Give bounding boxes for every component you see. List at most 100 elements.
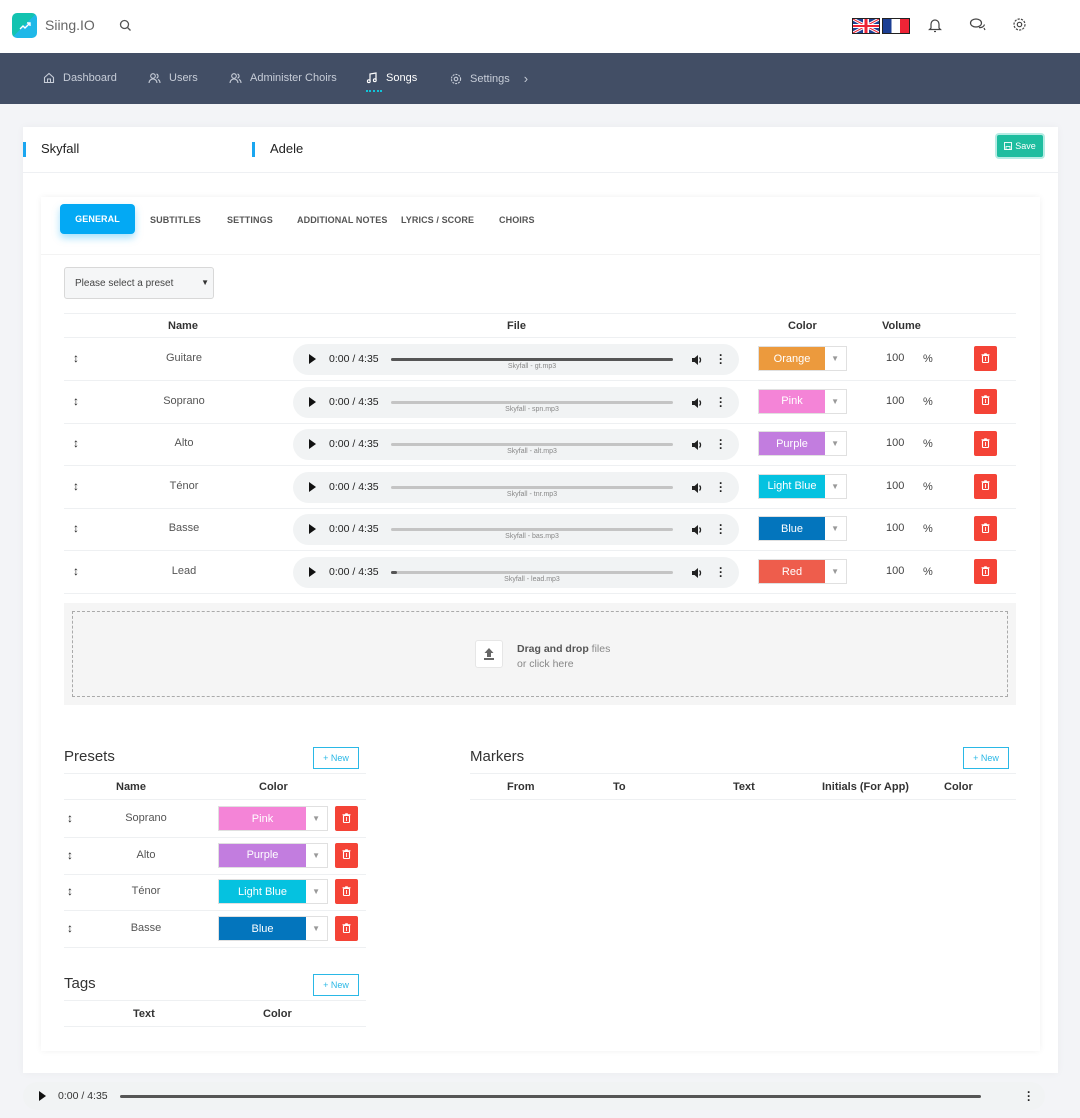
volume-icon[interactable] — [691, 523, 703, 541]
tab-settings[interactable]: SETTINGS — [227, 215, 273, 225]
drag-handle-icon[interactable]: ↕ — [73, 394, 79, 408]
drag-handle-icon[interactable]: ↕ — [67, 921, 73, 935]
play-icon[interactable] — [309, 524, 316, 535]
presets-header-name: Name — [116, 781, 146, 793]
tab-additional-notes[interactable]: ADDITIONAL NOTES — [297, 215, 387, 225]
color-select[interactable]: Orange ▼ — [758, 346, 847, 371]
chat-icon[interactable] — [969, 17, 987, 37]
color-swatch: Blue — [219, 917, 306, 941]
nav-songs[interactable]: Songs — [366, 72, 417, 92]
delete-track-button[interactable] — [974, 388, 997, 414]
new-preset-button[interactable]: + New — [313, 747, 359, 769]
tab-lyrics-score[interactable]: LYRICS / SCORE — [401, 215, 474, 225]
delete-preset-button[interactable] — [335, 916, 358, 942]
delete-preset-button[interactable] — [335, 806, 358, 831]
color-select[interactable]: Pink ▼ — [218, 806, 328, 831]
volume-unit: % — [923, 438, 933, 451]
drag-handle-icon[interactable]: ↕ — [73, 564, 79, 578]
delete-preset-button[interactable] — [335, 842, 358, 868]
more-vertical-icon[interactable]: · · · — [719, 477, 723, 497]
app-logo[interactable] — [12, 13, 37, 38]
delete-track-button[interactable] — [974, 346, 997, 371]
seek-bar[interactable] — [391, 358, 673, 361]
track-file-name: Skyfall - spn.mp3 — [505, 405, 559, 413]
drag-handle-icon[interactable]: ↕ — [73, 351, 79, 365]
drag-handle-icon[interactable]: ↕ — [67, 884, 73, 898]
color-select[interactable]: Light Blue ▼ — [218, 879, 328, 905]
play-icon[interactable] — [309, 354, 316, 364]
new-tag-button[interactable]: + New — [313, 974, 359, 996]
color-select[interactable]: Light Blue ▼ — [758, 473, 847, 499]
volume-value[interactable]: 100 — [886, 437, 904, 449]
nav-users[interactable]: Users — [148, 72, 198, 84]
color-select[interactable]: Pink ▼ — [758, 388, 847, 414]
drag-handle-icon[interactable]: ↕ — [73, 479, 79, 493]
volume-icon[interactable] — [691, 566, 703, 584]
volume-value[interactable]: 100 — [886, 352, 904, 364]
tab-subtitles[interactable]: SUBTITLES — [150, 215, 201, 225]
song-artist-field[interactable]: Adele — [252, 141, 303, 157]
seek-bar[interactable] — [120, 1095, 981, 1098]
save-button[interactable]: Save — [997, 135, 1043, 157]
tab-general[interactable]: GENERAL — [60, 204, 135, 234]
settings-gear-icon[interactable] — [1012, 17, 1027, 37]
play-icon[interactable] — [309, 567, 316, 577]
play-icon[interactable] — [309, 396, 316, 407]
more-vertical-icon[interactable]: · · · — [719, 434, 723, 454]
song-title-field[interactable]: Skyfall — [23, 141, 79, 157]
color-select[interactable]: Purple ▼ — [218, 842, 328, 868]
drag-handle-icon[interactable]: ↕ — [73, 521, 79, 535]
volume-value[interactable]: 100 — [886, 480, 904, 492]
flag-fr-icon[interactable] — [882, 18, 910, 34]
seek-bar[interactable] — [391, 485, 673, 489]
bell-icon[interactable] — [928, 17, 942, 38]
more-vertical-icon[interactable]: · · · — [719, 392, 723, 412]
delete-track-button[interactable] — [974, 559, 997, 584]
color-select[interactable]: Blue ▼ — [218, 916, 328, 942]
volume-value[interactable]: 100 — [886, 522, 904, 534]
seek-bar[interactable] — [391, 443, 673, 447]
more-vertical-icon[interactable]: · · · — [719, 562, 723, 582]
play-icon[interactable] — [309, 439, 316, 450]
volume-value[interactable]: 100 — [886, 565, 904, 577]
caret-down-icon: ▼ — [831, 439, 839, 449]
track-time: 0:00 / 4:35 — [329, 438, 379, 451]
nav-dashboard[interactable]: Dashboard — [43, 72, 117, 84]
delete-track-button[interactable] — [974, 431, 997, 457]
chevron-right-icon[interactable]: › — [524, 71, 528, 86]
flag-uk-icon[interactable] — [852, 18, 880, 34]
volume-icon[interactable] — [691, 438, 703, 456]
color-select[interactable]: Blue ▼ — [758, 516, 847, 542]
seek-bar[interactable] — [391, 400, 673, 404]
trash-icon — [981, 350, 990, 368]
play-icon[interactable] — [309, 481, 316, 492]
drag-handle-icon[interactable]: ↕ — [67, 848, 73, 862]
volume-icon[interactable] — [691, 481, 703, 499]
volume-icon[interactable] — [691, 353, 703, 371]
delete-preset-button[interactable] — [335, 879, 358, 905]
new-marker-button[interactable]: + New — [963, 747, 1009, 769]
dropzone-line2: or click here — [517, 658, 574, 670]
nav-administer-choirs[interactable]: Administer Choirs — [229, 72, 337, 84]
more-vertical-icon[interactable]: · · · — [719, 519, 723, 539]
search-icon[interactable] — [119, 19, 132, 37]
nav-settings[interactable]: Settings › — [450, 71, 528, 86]
preset-select[interactable]: Please select a preset ▼ — [64, 267, 214, 299]
volume-unit: % — [923, 566, 933, 578]
more-vertical-icon[interactable]: · · · — [1027, 1086, 1031, 1106]
play-icon[interactable] — [39, 1091, 46, 1101]
drag-handle-icon[interactable]: ↕ — [73, 436, 79, 450]
tab-choirs[interactable]: CHOIRS — [499, 215, 535, 225]
volume-value[interactable]: 100 — [886, 395, 904, 407]
seek-bar[interactable] — [391, 528, 673, 532]
delete-track-button[interactable] — [974, 473, 997, 499]
more-vertical-icon[interactable]: · · · — [719, 349, 723, 369]
delete-track-button[interactable] — [974, 516, 997, 542]
seek-bar[interactable] — [391, 571, 673, 574]
home-icon — [43, 72, 55, 84]
volume-icon[interactable] — [691, 396, 703, 414]
drag-handle-icon[interactable]: ↕ — [67, 811, 73, 825]
color-select[interactable]: Red ▼ — [758, 559, 847, 584]
color-select[interactable]: Purple ▼ — [758, 431, 847, 457]
file-dropzone[interactable]: Drag and drop files or click here — [64, 603, 1016, 705]
